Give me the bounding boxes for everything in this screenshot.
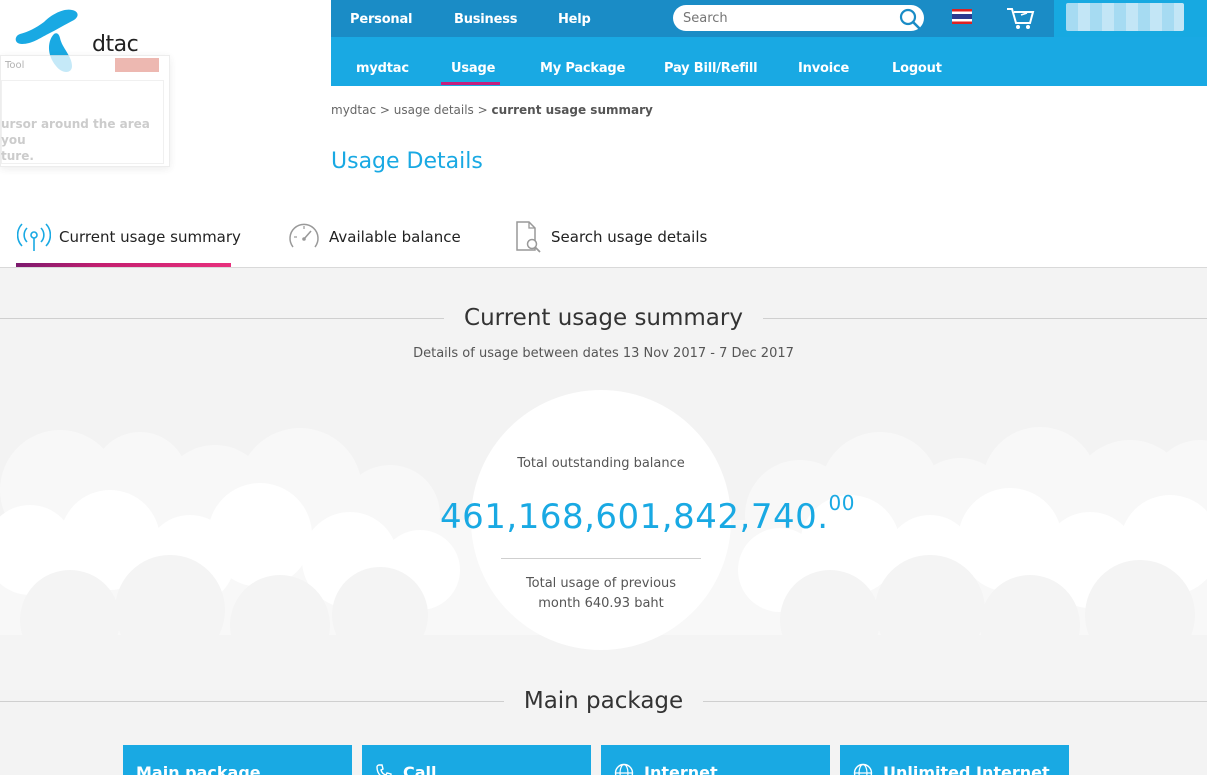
breadcrumb-separator: > bbox=[477, 103, 488, 117]
globe-icon bbox=[853, 763, 873, 775]
breadcrumb: mydtac > usage details > current usage s… bbox=[331, 103, 653, 117]
account-name-blurred[interactable] bbox=[1066, 3, 1184, 31]
heading-line bbox=[703, 700, 1207, 702]
summary-title: Current usage summary bbox=[464, 305, 743, 331]
balance-label: Total outstanding balance bbox=[517, 456, 685, 471]
breadcrumb-separator: > bbox=[379, 103, 390, 117]
card-label: Main package bbox=[136, 763, 261, 775]
close-icon[interactable] bbox=[115, 58, 159, 72]
tab-label: Available balance bbox=[329, 228, 461, 246]
document-search-icon bbox=[516, 221, 541, 253]
nav-pay-bill[interactable]: Pay Bill/Refill bbox=[664, 61, 758, 76]
tab-current-usage-summary[interactable]: Current usage summary bbox=[17, 217, 241, 257]
main-package-heading: Main package bbox=[0, 688, 1207, 714]
breadcrumb-usage-details[interactable]: usage details bbox=[394, 103, 474, 117]
heading-line bbox=[0, 700, 504, 702]
top-link-business[interactable]: Business bbox=[454, 12, 518, 27]
tab-available-balance[interactable]: Available balance bbox=[287, 217, 461, 257]
card-label: Internet bbox=[644, 763, 718, 775]
cart-icon[interactable] bbox=[1005, 5, 1035, 31]
card-main-package[interactable]: Main package bbox=[123, 745, 352, 775]
page-title: Usage Details bbox=[331, 149, 483, 174]
breadcrumb-mydtac[interactable]: mydtac bbox=[331, 103, 376, 117]
heading-line bbox=[762, 317, 1207, 319]
globe-icon bbox=[614, 763, 634, 775]
nav-active-indicator bbox=[441, 82, 500, 85]
search-box bbox=[673, 5, 924, 31]
snipping-tool-title: Tool bbox=[5, 60, 25, 71]
nav-my-package[interactable]: My Package bbox=[540, 61, 625, 76]
top-link-personal[interactable]: Personal bbox=[350, 12, 413, 27]
previous-month-usage: Total usage of previous month 640.93 bah… bbox=[525, 576, 677, 611]
tab-label: Search usage details bbox=[551, 228, 708, 246]
gauge-icon bbox=[289, 223, 319, 248]
balance-integer: 461,168,601,842,740. bbox=[440, 497, 829, 537]
breadcrumb-current: current usage summary bbox=[491, 103, 653, 117]
top-link-help[interactable]: Help bbox=[558, 12, 591, 27]
thai-flag-icon[interactable] bbox=[952, 9, 972, 24]
card-label: Unlimited Internet bbox=[883, 763, 1050, 775]
heading-line bbox=[0, 317, 445, 319]
signal-icon bbox=[17, 223, 51, 251]
balance-decimal: 00 bbox=[828, 491, 855, 515]
card-internet[interactable]: Internet bbox=[601, 745, 830, 775]
card-label: Call bbox=[403, 763, 437, 775]
tab-label: Current usage summary bbox=[59, 228, 241, 246]
nav-invoice[interactable]: Invoice bbox=[798, 61, 849, 76]
balance-divider bbox=[501, 558, 701, 559]
search-icon[interactable] bbox=[898, 7, 922, 31]
logo-text: dtac bbox=[92, 32, 139, 57]
phone-icon bbox=[376, 764, 392, 775]
date-range: Details of usage between dates 13 Nov 20… bbox=[413, 346, 794, 361]
tabs-divider bbox=[0, 267, 1207, 268]
outstanding-balance: 461,168,601,842,740.00 bbox=[440, 491, 854, 537]
snipping-tool-window: Tool ursor around the area you ture. bbox=[0, 55, 170, 167]
nav-usage[interactable]: Usage bbox=[451, 61, 495, 76]
nav-logout[interactable]: Logout bbox=[892, 61, 942, 76]
snipping-tool-text: ursor around the area you ture. bbox=[1, 117, 150, 163]
summary-heading: Current usage summary bbox=[0, 305, 1207, 331]
main-package-title: Main package bbox=[523, 688, 684, 714]
nav-mydtac[interactable]: mydtac bbox=[356, 61, 409, 76]
card-call[interactable]: Call bbox=[362, 745, 591, 775]
card-unlimited-internet[interactable]: Unlimited Internet bbox=[840, 745, 1069, 775]
search-input[interactable] bbox=[683, 10, 893, 26]
tab-search-usage-details[interactable]: Search usage details bbox=[513, 217, 707, 257]
